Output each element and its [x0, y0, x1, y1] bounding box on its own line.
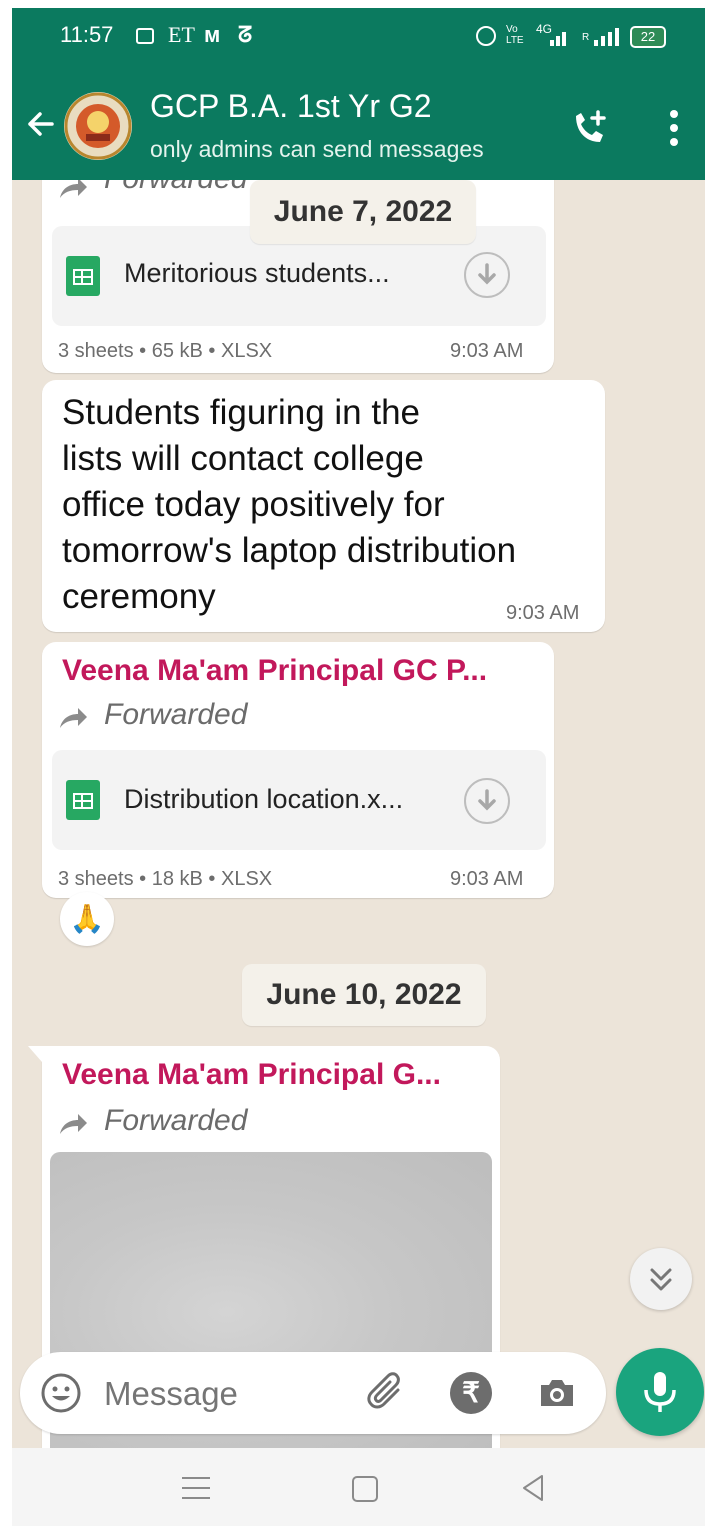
- forward-arrow-icon: [58, 1112, 88, 1136]
- roaming-label: R: [582, 32, 590, 43]
- message-time: 9:03 AM: [450, 868, 524, 890]
- chat-subtitle: only admins can send messages: [150, 136, 484, 162]
- sender-name[interactable]: Veena Ma'am Principal GC P...: [62, 654, 487, 688]
- download-icon[interactable]: [464, 252, 510, 298]
- chat-title[interactable]: GCP B.A. 1st Yr G2: [150, 88, 432, 125]
- spreadsheet-icon: [66, 256, 100, 296]
- reaction-badge[interactable]: 🙏: [60, 892, 114, 946]
- more-options-icon[interactable]: [666, 108, 682, 148]
- alarm-icon: [476, 26, 496, 46]
- status-bar: 11:57 ET ᴍ ᘔ Vo LTE 4G R 22: [12, 8, 705, 68]
- forwarded-label: Forwarded: [104, 1104, 248, 1137]
- payment-icon[interactable]: ₹: [450, 1372, 492, 1414]
- message-text: Students figuring in the lists will cont…: [62, 390, 516, 620]
- message-text-line: lists will contact college: [62, 439, 424, 478]
- app-notification-icon: ᴍ: [204, 22, 221, 47]
- system-navigation-bar: [12, 1448, 705, 1526]
- spreadsheet-icon: [66, 780, 100, 820]
- download-icon[interactable]: [464, 778, 510, 824]
- signal-icon: [550, 30, 572, 46]
- document-meta: 3 sheets • 18 kB • XLSX: [58, 868, 273, 890]
- back-arrow-icon[interactable]: [22, 106, 58, 142]
- home-icon[interactable]: [352, 1476, 378, 1502]
- forwarded-label: Forwarded: [104, 698, 248, 731]
- menu-icon[interactable]: [182, 1476, 210, 1500]
- forward-arrow-icon: [58, 706, 88, 730]
- camera-icon[interactable]: [536, 1372, 578, 1414]
- message-text-line: tomorrow's laptop distribution: [62, 531, 517, 570]
- forward-arrow-icon: [58, 180, 88, 200]
- document-meta: 3 sheets • 65 kB • XLSX: [58, 340, 273, 362]
- document-message[interactable]: Veena Ma'am Principal GC P... Forwarded …: [42, 642, 554, 898]
- message-time: 9:03 AM: [506, 602, 580, 624]
- date-divider: June 7, 2022: [250, 180, 476, 244]
- status-time: 11:57: [60, 22, 114, 47]
- message-text-line: ceremony: [62, 577, 216, 616]
- attach-icon[interactable]: [364, 1370, 410, 1416]
- group-avatar[interactable]: [64, 92, 132, 160]
- chat-header: 11:57 ET ᴍ ᘔ Vo LTE 4G R 22 GCP B.A. 1st…: [12, 8, 705, 180]
- app-notification-icon-2: ᘔ: [238, 22, 253, 47]
- add-call-icon[interactable]: [568, 106, 610, 148]
- sender-name[interactable]: Veena Ma'am Principal G...: [62, 1058, 441, 1092]
- emoji-icon[interactable]: [40, 1372, 82, 1414]
- volte-label: Vo LTE: [506, 24, 524, 46]
- message-text-line: Students figuring in the: [62, 393, 421, 432]
- document-name: Distribution location.x...: [124, 784, 404, 814]
- chat-area[interactable]: Forwarded Meritorious students... 3 shee…: [12, 180, 705, 1448]
- document-attachment[interactable]: Distribution location.x...: [52, 750, 546, 850]
- signal-icon-2: [594, 28, 624, 46]
- message-notification-icon: [136, 28, 154, 44]
- battery-indicator: 22: [630, 26, 666, 48]
- back-icon[interactable]: [520, 1474, 546, 1502]
- message-composer[interactable]: ₹: [20, 1352, 606, 1434]
- scroll-down-icon[interactable]: [630, 1248, 692, 1310]
- message-text-line: office today positively for: [62, 485, 445, 524]
- message-input[interactable]: [102, 1368, 346, 1420]
- forwarded-label: Forwarded: [104, 180, 247, 196]
- document-name: Meritorious students...: [124, 258, 390, 288]
- mic-button[interactable]: [616, 1348, 704, 1436]
- date-divider: June 10, 2022: [242, 964, 486, 1026]
- text-message[interactable]: Students figuring in the lists will cont…: [42, 380, 605, 632]
- message-time: 9:03 AM: [450, 340, 524, 362]
- mic-icon: [644, 1372, 676, 1412]
- carrier-mark: ET: [168, 22, 195, 47]
- bubble-tail: [28, 1046, 42, 1062]
